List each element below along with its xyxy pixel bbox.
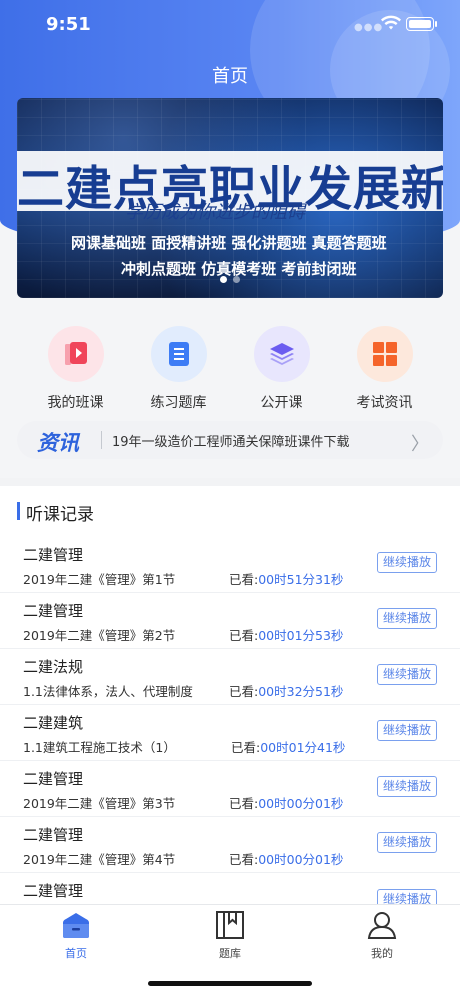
course-name: 二建管理 [23, 546, 84, 564]
banner-courses-row1: 网课基础班 面授精讲班 强化讲题班 真题答题班 [71, 234, 387, 252]
menu-label: 公开课 [260, 395, 303, 411]
lesson-title: 2019年二建《管理》第3节 [23, 796, 176, 811]
list-icon [150, 326, 207, 382]
lesson-title: 1.1建筑工程施工技术（1） [23, 740, 176, 755]
section-accent-bar [17, 502, 20, 520]
menu-my-classes[interactable]: 我的班课 [24, 326, 127, 412]
news-badge: 资讯 [37, 430, 79, 455]
watched-time: 00时00分01秒 [258, 796, 344, 811]
status-time: 9:51 [46, 14, 91, 35]
banner-dot[interactable] [220, 276, 227, 283]
watched-progress: 已看:00时00分01秒 [229, 793, 343, 812]
lesson-title: 1.1法律体系，法人、代理制度 [23, 684, 193, 699]
watched-time: 00时01分53秒 [258, 628, 344, 643]
tab-profile[interactable]: 我的 [342, 911, 422, 961]
continue-button[interactable]: 继续播放 [377, 720, 437, 741]
signal-icon: ●●● [354, 22, 384, 33]
lesson-title: 2019年二建《管理》第2节 [23, 628, 176, 643]
course-name: 二建建筑 [23, 714, 84, 732]
layers-icon [253, 326, 310, 382]
lesson-title: 2019年二建《管理》第1节 [23, 572, 176, 587]
continue-button[interactable]: 继续播放 [377, 832, 437, 853]
watched-label: 已看: [229, 628, 259, 643]
history-row[interactable]: 二建建筑 1.1建筑工程施工技术（1） 已看:00时01分41秒 继续播放 [0, 704, 460, 761]
promo-banner[interactable]: 二建点亮职业发展新 学历成为你进步的阻碍 网课基础班 面授精讲班 强化讲题班 真… [17, 98, 443, 298]
watched-time: 00时01分41秒 [260, 740, 346, 755]
home-icon [63, 913, 89, 938]
tab-label: 题库 [219, 947, 241, 960]
page-title: 首页 [212, 66, 248, 87]
course-name: 二建法规 [23, 658, 84, 676]
course-name: 二建管理 [23, 770, 84, 788]
watched-label: 已看: [229, 852, 259, 867]
course-name: 二建管理 [23, 602, 84, 620]
tab-label: 首页 [65, 947, 87, 960]
grid-icon [356, 326, 413, 382]
tab-home[interactable]: 首页 [36, 911, 116, 961]
status-bar: 9:51 ●●● [0, 0, 460, 50]
banner-subtitle: 学历成为你进步的阻碍 [125, 202, 305, 223]
watched-label: 已看: [231, 740, 261, 755]
menu-open-course[interactable]: 公开课 [230, 326, 333, 412]
continue-button[interactable]: 继续播放 [377, 776, 437, 797]
continue-button[interactable]: 继续播放 [377, 552, 437, 573]
watched-progress: 已看:00时51分31秒 [229, 569, 343, 588]
history-row[interactable]: 二建管理 2019年二建《管理》第4节 已看:00时00分01秒 继续播放 [0, 816, 460, 873]
history-row[interactable]: 二建管理 2019年二建《管理》第1节 已看:00时51分31秒 继续播放 [0, 536, 460, 593]
play-icon [47, 326, 104, 382]
watched-progress: 已看:00时01分53秒 [229, 625, 343, 644]
banner-pagination [17, 268, 443, 287]
watched-time: 00时00分01秒 [258, 852, 344, 867]
menu-label: 我的班课 [47, 395, 104, 411]
section-title: 听课记录 [26, 505, 94, 525]
lesson-title: 2019年二建《管理》第4节 [23, 852, 176, 867]
menu-exam-news[interactable]: 考试资讯 [333, 326, 436, 412]
history-row[interactable]: 二建管理 2019年二建《管理》第2节 已看:00时01分53秒 继续播放 [0, 592, 460, 649]
wifi-icon [381, 15, 401, 30]
tab-question-bank[interactable]: 题库 [190, 911, 270, 961]
watched-label: 已看: [229, 684, 259, 699]
battery-icon [406, 17, 437, 31]
quick-menu: 我的班课 练习题库 公开课 考试资讯 [0, 326, 460, 412]
home-indicator[interactable] [148, 981, 312, 986]
menu-label: 考试资讯 [356, 395, 413, 411]
chevron-right-icon[interactable]: 〉 [411, 430, 429, 456]
watched-time: 00时32分51秒 [258, 684, 344, 699]
menu-label: 练习题库 [150, 395, 207, 411]
history-row[interactable]: 二建管理 继续播放 [0, 872, 460, 904]
tab-label: 我的 [371, 947, 393, 960]
continue-button[interactable]: 继续播放 [377, 889, 437, 904]
continue-button[interactable]: 继续播放 [377, 664, 437, 685]
menu-practice-bank[interactable]: 练习题库 [127, 326, 230, 412]
book-icon [216, 911, 244, 939]
user-icon [367, 912, 397, 939]
news-ticker[interactable]: 资讯 19年一级造价工程师通关保障班课件下载 〉 [17, 421, 443, 459]
history-section: 听课记录 二建管理 2019年二建《管理》第1节 已看:00时51分31秒 继续… [0, 486, 460, 904]
course-name: 二建管理 [23, 826, 84, 844]
section-divider [0, 478, 460, 486]
watched-progress: 已看:00时01分41秒 [231, 737, 345, 756]
course-name: 二建管理 [23, 882, 84, 900]
watched-time: 00时51分31秒 [258, 572, 344, 587]
banner-dot[interactable] [233, 276, 240, 283]
watched-label: 已看: [229, 572, 259, 587]
watched-progress: 已看:00时32分51秒 [229, 681, 343, 700]
continue-button[interactable]: 继续播放 [377, 608, 437, 629]
history-row[interactable]: 二建管理 2019年二建《管理》第3节 已看:00时00分01秒 继续播放 [0, 760, 460, 817]
history-row[interactable]: 二建法规 1.1法律体系，法人、代理制度 已看:00时32分51秒 继续播放 [0, 648, 460, 705]
news-headline[interactable]: 19年一级造价工程师通关保障班课件下载 [112, 431, 350, 450]
watched-progress: 已看:00时00分01秒 [229, 849, 343, 868]
watched-label: 已看: [229, 796, 259, 811]
news-divider [101, 431, 102, 449]
